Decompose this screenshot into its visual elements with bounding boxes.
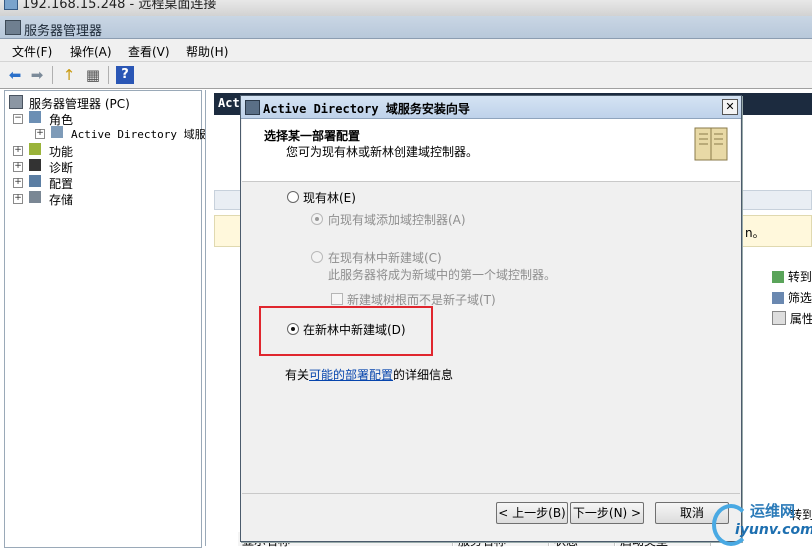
toolbar-separator (108, 66, 109, 84)
watermark-logo: 运维网 iyunv.com (710, 498, 812, 546)
tree-item-storage-label: 存储 (49, 193, 74, 207)
tree-item-features-label: 功能 (49, 145, 74, 159)
folder-up-icon[interactable]: ↑ (60, 66, 78, 84)
back-arrow-icon[interactable]: ⬅ (6, 66, 24, 84)
radio-new-domain-label: 在现有林中新建域(C) (328, 251, 442, 265)
radio-existing-forest-label: 现有林(E) (303, 191, 356, 205)
radio-new-domain[interactable] (311, 251, 323, 263)
tree-item-diagnostics-label: 诊断 (49, 161, 74, 175)
action-filter-label: 筛选 (787, 291, 812, 305)
toolbar: ⬅ ➡ ↑ ▦ ? (0, 62, 812, 89)
navigation-tree: 服务器管理器 (PC) − 角色 + Active Directory 域服务 … (4, 90, 217, 548)
diagnostics-icon (29, 159, 41, 171)
expand-icon[interactable]: + (13, 162, 23, 172)
dialog-header: 选择某一部署配置 您可为现有林或新林创建域控制器。 (242, 119, 740, 182)
checkbox-tree-root[interactable] (331, 293, 343, 305)
remote-desktop-titlebar: 192.168.15.248 - 远程桌面连接 (0, 0, 812, 16)
red-highlight-box (259, 306, 433, 356)
storage-icon (29, 191, 41, 203)
filter-icon (772, 292, 784, 304)
collapse-icon[interactable]: − (13, 114, 23, 124)
close-button[interactable]: ✕ (722, 99, 738, 115)
action-filter[interactable]: 筛选 (772, 289, 812, 306)
remote-desktop-title: 192.168.15.248 - 远程桌面连接 (22, 0, 217, 12)
new-domain-description: 此服务器将成为新域中的第一个域控制器。 (328, 268, 557, 282)
show-hide-tree-icon[interactable]: ▦ (84, 66, 102, 84)
more-info-line: 有关可能的部署配置的详细信息 (285, 366, 453, 383)
page-heading: 选择某一部署配置 (264, 129, 361, 143)
remote-desktop-icon (4, 0, 18, 10)
config-icon (29, 175, 41, 187)
expand-icon[interactable]: + (13, 178, 23, 188)
watermark-url: iyunv.com (735, 522, 812, 538)
features-icon (29, 143, 41, 155)
ad-install-wizard-dialog: Active Directory 域服务安装向导 ✕ 选择某一部署配置 您可为现… (240, 95, 742, 542)
radio-add-dc-label: 向现有域添加域控制器(A) (328, 213, 466, 227)
more-info-prefix: 有关 (285, 368, 310, 382)
help-icon[interactable]: ? (116, 66, 134, 84)
window-titlebar: 服务器管理器 (0, 16, 812, 39)
expand-icon[interactable]: + (35, 129, 45, 139)
toolbar-separator (52, 66, 53, 84)
action-properties[interactable]: 属性 (772, 310, 812, 327)
expand-icon[interactable]: + (13, 194, 23, 204)
action-goto-label: 转到 (787, 270, 812, 284)
next-button[interactable]: 下一步(N) > (570, 502, 644, 524)
radio-add-dc[interactable] (311, 213, 323, 225)
action-properties-label: 属性 (789, 312, 812, 326)
tree-root-label: 服务器管理器 (PC) (29, 97, 130, 111)
book-icon (694, 127, 728, 161)
details-header-title: Act (218, 96, 240, 110)
back-button[interactable]: < 上一步(B) (496, 502, 568, 524)
menu-file[interactable]: 文件(F) (12, 43, 52, 60)
properties-icon (772, 311, 786, 325)
radio-existing-forest[interactable] (287, 191, 299, 203)
tree-item-config-label: 配置 (49, 177, 74, 191)
menu-bar: 文件(F) 操作(A) 查看(V) 帮助(H) (0, 39, 812, 62)
server-icon (9, 95, 23, 109)
expand-icon[interactable]: + (13, 146, 23, 156)
footer-separator (242, 493, 740, 494)
more-info-suffix: 的详细信息 (393, 368, 454, 382)
deployment-config-link[interactable]: 可能的部署配置 (309, 368, 393, 382)
forward-arrow-icon[interactable]: ➡ (28, 66, 46, 84)
menu-view[interactable]: 查看(V) (128, 43, 170, 60)
watermark-cn: 运维网 (750, 502, 796, 520)
page-subheading: 您可为现有林或新林创建域控制器。 (286, 145, 479, 159)
window-title: 服务器管理器 (24, 24, 103, 39)
roles-icon (29, 111, 41, 123)
goto-icon (772, 271, 784, 283)
menu-help[interactable]: 帮助(H) (186, 43, 228, 60)
ad-icon (51, 126, 63, 138)
menu-action[interactable]: 操作(A) (70, 43, 112, 60)
info-bar-text: n。 (745, 226, 765, 240)
dialog-title: Active Directory 域服务安装向导 (263, 102, 470, 116)
tree-item-ad-label: Active Directory 域服务 (71, 128, 217, 141)
server-manager-icon (5, 20, 21, 35)
action-goto[interactable]: 转到 (772, 268, 812, 285)
wizard-icon (245, 100, 260, 115)
dialog-titlebar: Active Directory 域服务安装向导 ✕ (241, 96, 741, 119)
